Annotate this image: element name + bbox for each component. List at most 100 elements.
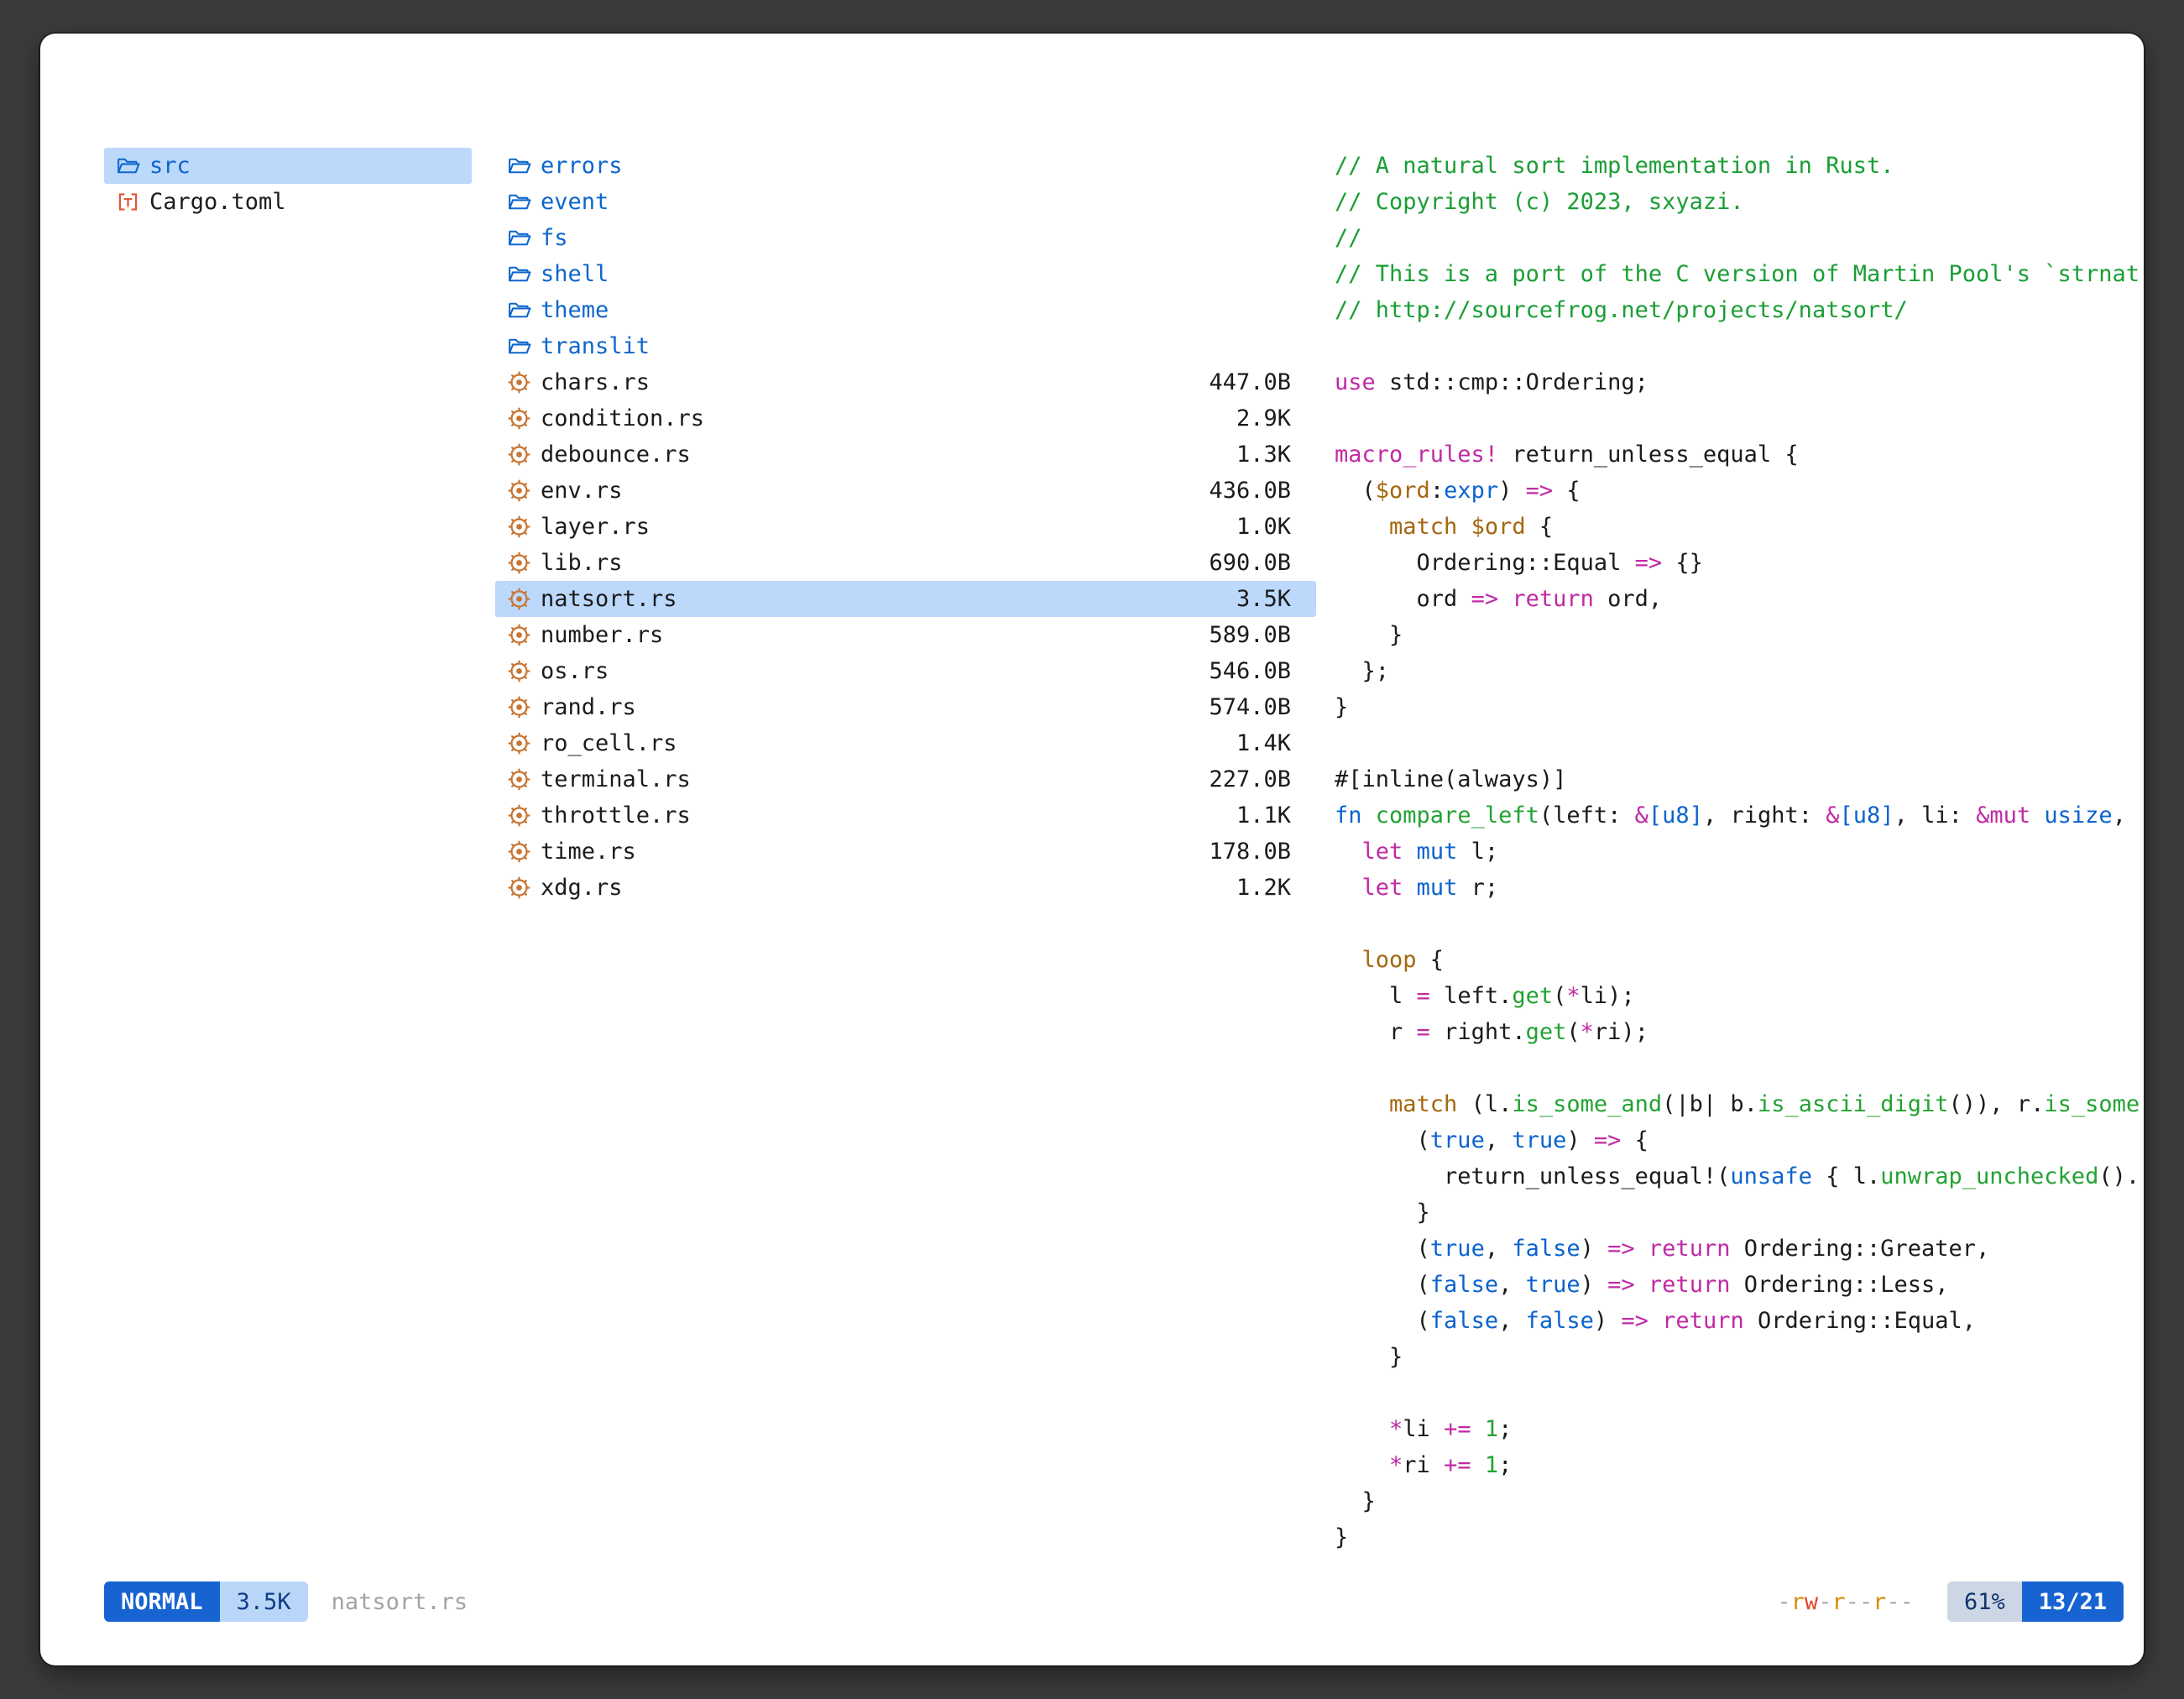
- file-size: 2.9K: [1236, 400, 1304, 437]
- rust-icon: [507, 876, 541, 899]
- file-name: natsort.rs: [541, 581, 677, 617]
- code-line: let mut r;: [1335, 870, 2144, 906]
- status-right: -rw-r--r-- 61% 13/21: [1777, 1581, 2124, 1622]
- cursor-position-badge: 13/21: [2022, 1581, 2124, 1622]
- code-line: Ordering::Equal => {}: [1335, 545, 2144, 581]
- file-name: terminal.rs: [541, 761, 691, 797]
- code-line: #[inline(always)]: [1335, 761, 2144, 797]
- file-row[interactable]: layer.rs 1.0K: [495, 509, 1316, 545]
- file-row[interactable]: condition.rs2.9K: [495, 400, 1316, 437]
- file-name: rand.rs: [541, 689, 636, 725]
- file-row[interactable]: translit: [495, 328, 1316, 364]
- code-line: }: [1335, 1195, 2144, 1231]
- file-size: 690.0B: [1209, 545, 1304, 581]
- file-size: 3.5K: [1236, 581, 1304, 617]
- code-line: match (l.is_some_and(|b| b.is_ascii_digi…: [1335, 1086, 2144, 1122]
- file-row[interactable]: event: [495, 184, 1316, 220]
- file-name: debounce.rs: [541, 437, 691, 473]
- code-line: (false, true) => return Ordering::Less,: [1335, 1267, 2144, 1303]
- rust-icon: [507, 515, 541, 538]
- parent-pane: srcCargo.toml: [104, 148, 472, 220]
- code-line: loop {: [1335, 942, 2144, 978]
- code-line: // This is a port of the C version of Ma…: [1335, 256, 2144, 292]
- file-row[interactable]: lib.rs 690.0B: [495, 545, 1316, 581]
- code-line: use std::cmp::Ordering;: [1335, 364, 2144, 400]
- folder-icon: [507, 335, 541, 358]
- file-row[interactable]: env.rs436.0B: [495, 473, 1316, 509]
- file-name: fs: [541, 220, 568, 256]
- file-name: lib.rs: [541, 545, 623, 581]
- file-row[interactable]: chars.rs447.0B: [495, 364, 1316, 400]
- code-line: }: [1335, 689, 2144, 725]
- rust-icon: [507, 479, 541, 502]
- parent-dir-row[interactable]: src: [104, 148, 472, 184]
- file-row[interactable]: rand.rs 574.0B: [495, 689, 1316, 725]
- rust-icon: [507, 371, 541, 394]
- file-row[interactable]: terminal.rs227.0B: [495, 761, 1316, 797]
- file-size: 1.0K: [1236, 509, 1304, 545]
- rust-icon: [507, 696, 541, 719]
- file-size-chip: 3.5K: [220, 1581, 308, 1622]
- parent-dir-row[interactable]: Cargo.toml: [104, 184, 472, 220]
- code-line: //: [1335, 220, 2144, 256]
- code-line: ($ord:expr) => {: [1335, 473, 2144, 509]
- code-line: };: [1335, 653, 2144, 689]
- file-row[interactable]: shell: [495, 256, 1316, 292]
- file-size: 1.1K: [1236, 797, 1304, 834]
- code-line: fn compare_left(left: &[u8], right: &[u8…: [1335, 797, 2144, 834]
- file-size: 574.0B: [1209, 689, 1304, 725]
- file-size: 178.0B: [1209, 834, 1304, 870]
- file-row[interactable]: throttle.rs 1.1K: [495, 797, 1316, 834]
- code-line: (true, false) => return Ordering::Greate…: [1335, 1231, 2144, 1267]
- file-size: 1.2K: [1236, 870, 1304, 906]
- file-row[interactable]: theme: [495, 292, 1316, 328]
- file-name: time.rs: [541, 834, 636, 870]
- file-name: layer.rs: [541, 509, 650, 545]
- code-line: [1335, 1375, 2144, 1411]
- code-line: let mut l;: [1335, 834, 2144, 870]
- code-line: }: [1335, 617, 2144, 653]
- code-line: // Copyright (c) 2023, sxyazi.: [1335, 184, 2144, 220]
- file-name: translit: [541, 328, 650, 364]
- file-size: 1.3K: [1236, 437, 1304, 473]
- mode-badge: NORMAL: [104, 1581, 220, 1622]
- file-row[interactable]: ro_cell.rs1.4K: [495, 725, 1316, 761]
- folder-icon: [507, 299, 541, 322]
- file-name: os.rs: [541, 653, 609, 689]
- folder-icon: [507, 263, 541, 285]
- file-name: xdg.rs: [541, 870, 623, 906]
- code-line: *ri += 1;: [1335, 1447, 2144, 1483]
- rust-icon: [507, 624, 541, 646]
- code-line: r = right.get(*ri);: [1335, 1014, 2144, 1050]
- rust-icon: [507, 407, 541, 430]
- rust-icon: [507, 804, 541, 827]
- code-line: }: [1335, 1519, 2144, 1555]
- file-row[interactable]: debounce.rs 1.3K: [495, 437, 1316, 473]
- file-row[interactable]: fs: [495, 220, 1316, 256]
- file-name: throttle.rs: [541, 797, 691, 834]
- file-size: 1.4K: [1236, 725, 1304, 761]
- file-row[interactable]: os.rs546.0B: [495, 653, 1316, 689]
- file-row[interactable]: xdg.rs 1.2K: [495, 870, 1316, 906]
- file-row[interactable]: errors: [495, 148, 1316, 184]
- file-row[interactable]: natsort.rs 3.5K: [495, 581, 1316, 617]
- file-row[interactable]: number.rs 589.0B: [495, 617, 1316, 653]
- rust-icon: [507, 552, 541, 574]
- file-size: 589.0B: [1209, 617, 1304, 653]
- code-line: [1335, 906, 2144, 942]
- file-name: shell: [541, 256, 609, 292]
- file-size: 447.0B: [1209, 364, 1304, 400]
- status-filename: natsort.rs: [332, 1589, 468, 1615]
- folder-icon: [507, 191, 541, 213]
- code-line: [1335, 725, 2144, 761]
- code-line: (false, false) => return Ordering::Equal…: [1335, 1303, 2144, 1339]
- code-line: [1335, 400, 2144, 437]
- code-line: // http://sourcefrog.net/projects/natsor…: [1335, 292, 2144, 328]
- code-line: l = left.get(*li);: [1335, 978, 2144, 1014]
- file-row[interactable]: time.rs 178.0B: [495, 834, 1316, 870]
- code-line: (true, true) => {: [1335, 1122, 2144, 1158]
- toml-icon: [116, 191, 149, 213]
- file-size: 436.0B: [1209, 473, 1304, 509]
- file-name: number.rs: [541, 617, 663, 653]
- code-line: match $ord {: [1335, 509, 2144, 545]
